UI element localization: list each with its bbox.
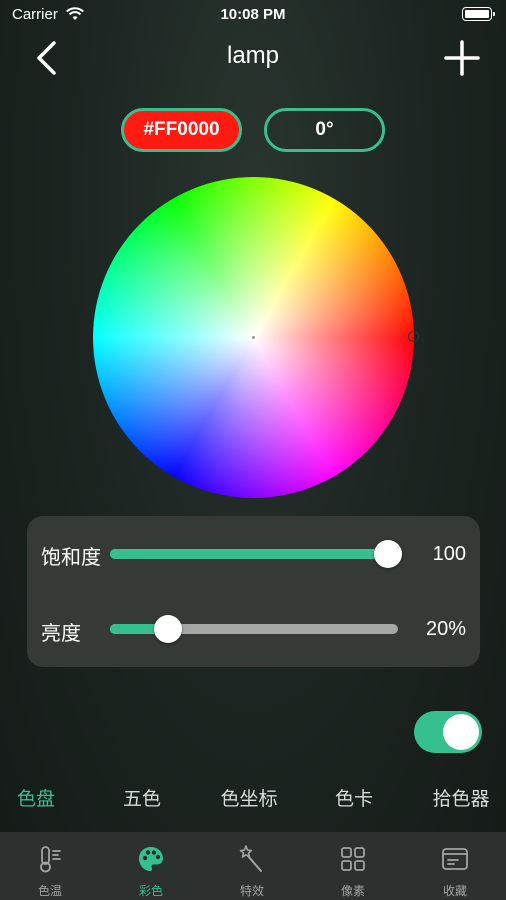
mode-tabs: 色盘 五色 色坐标 色卡 拾色器 [0,784,506,818]
nav-label: 像素 [340,884,365,898]
saturation-value: 100 [432,543,466,565]
tab-five-color[interactable]: 五色 [123,784,161,811]
wheel-selection-marker[interactable] [408,331,419,342]
nav-label: 收藏 [442,884,467,898]
plus-icon [444,40,480,76]
status-time: 10:08 PM [220,6,286,23]
nav-favorites[interactable]: 收藏 [405,832,505,900]
saturation-fill [110,549,398,559]
hex-color-pill[interactable]: #FF0000 [121,108,242,152]
saturation-label: 饱和度 [41,547,101,569]
add-button[interactable] [440,36,484,80]
toggle-knob [443,714,479,750]
brightness-thumb[interactable] [153,615,182,643]
bottom-nav: 色温 彩色 特效 像素 收藏 [0,832,506,900]
nav-label: 彩色 [138,884,163,898]
hue-angle-pill[interactable]: 0° [264,108,385,152]
nav-color-temperature[interactable]: 色温 [0,832,100,900]
battery-icon [462,7,495,21]
nav-effects[interactable]: 特效 [202,832,302,900]
power-toggle[interactable] [414,711,482,753]
nav-label: 色温 [37,884,62,898]
grid-icon [341,847,365,871]
brightness-value: 20% [425,618,466,640]
nav-label: 特效 [239,884,264,898]
nav-color[interactable]: 彩色 [101,832,201,900]
thermometer-icon [40,846,61,873]
tab-color-picker[interactable]: 拾色器 [432,784,489,811]
saturation-slider[interactable] [110,540,402,568]
wheel-center-dot [252,336,255,339]
brightness-slider[interactable] [110,615,398,643]
brightness-label: 亮度 [41,623,81,645]
palette-icon [139,847,163,871]
tab-color-card[interactable]: 色卡 [335,784,373,811]
nav-pixels[interactable]: 像素 [303,832,403,900]
page-title: lamp [226,42,280,69]
bookmark-card-icon [442,848,468,870]
slider-panel: 饱和度 100 亮度 20% [27,516,480,667]
status-bar: Carrier 10:08 PM [0,0,506,30]
magic-wand-icon [239,845,262,872]
tab-color-disc[interactable]: 色盘 [17,784,55,811]
tab-color-coordinates[interactable]: 色坐标 [220,784,277,811]
